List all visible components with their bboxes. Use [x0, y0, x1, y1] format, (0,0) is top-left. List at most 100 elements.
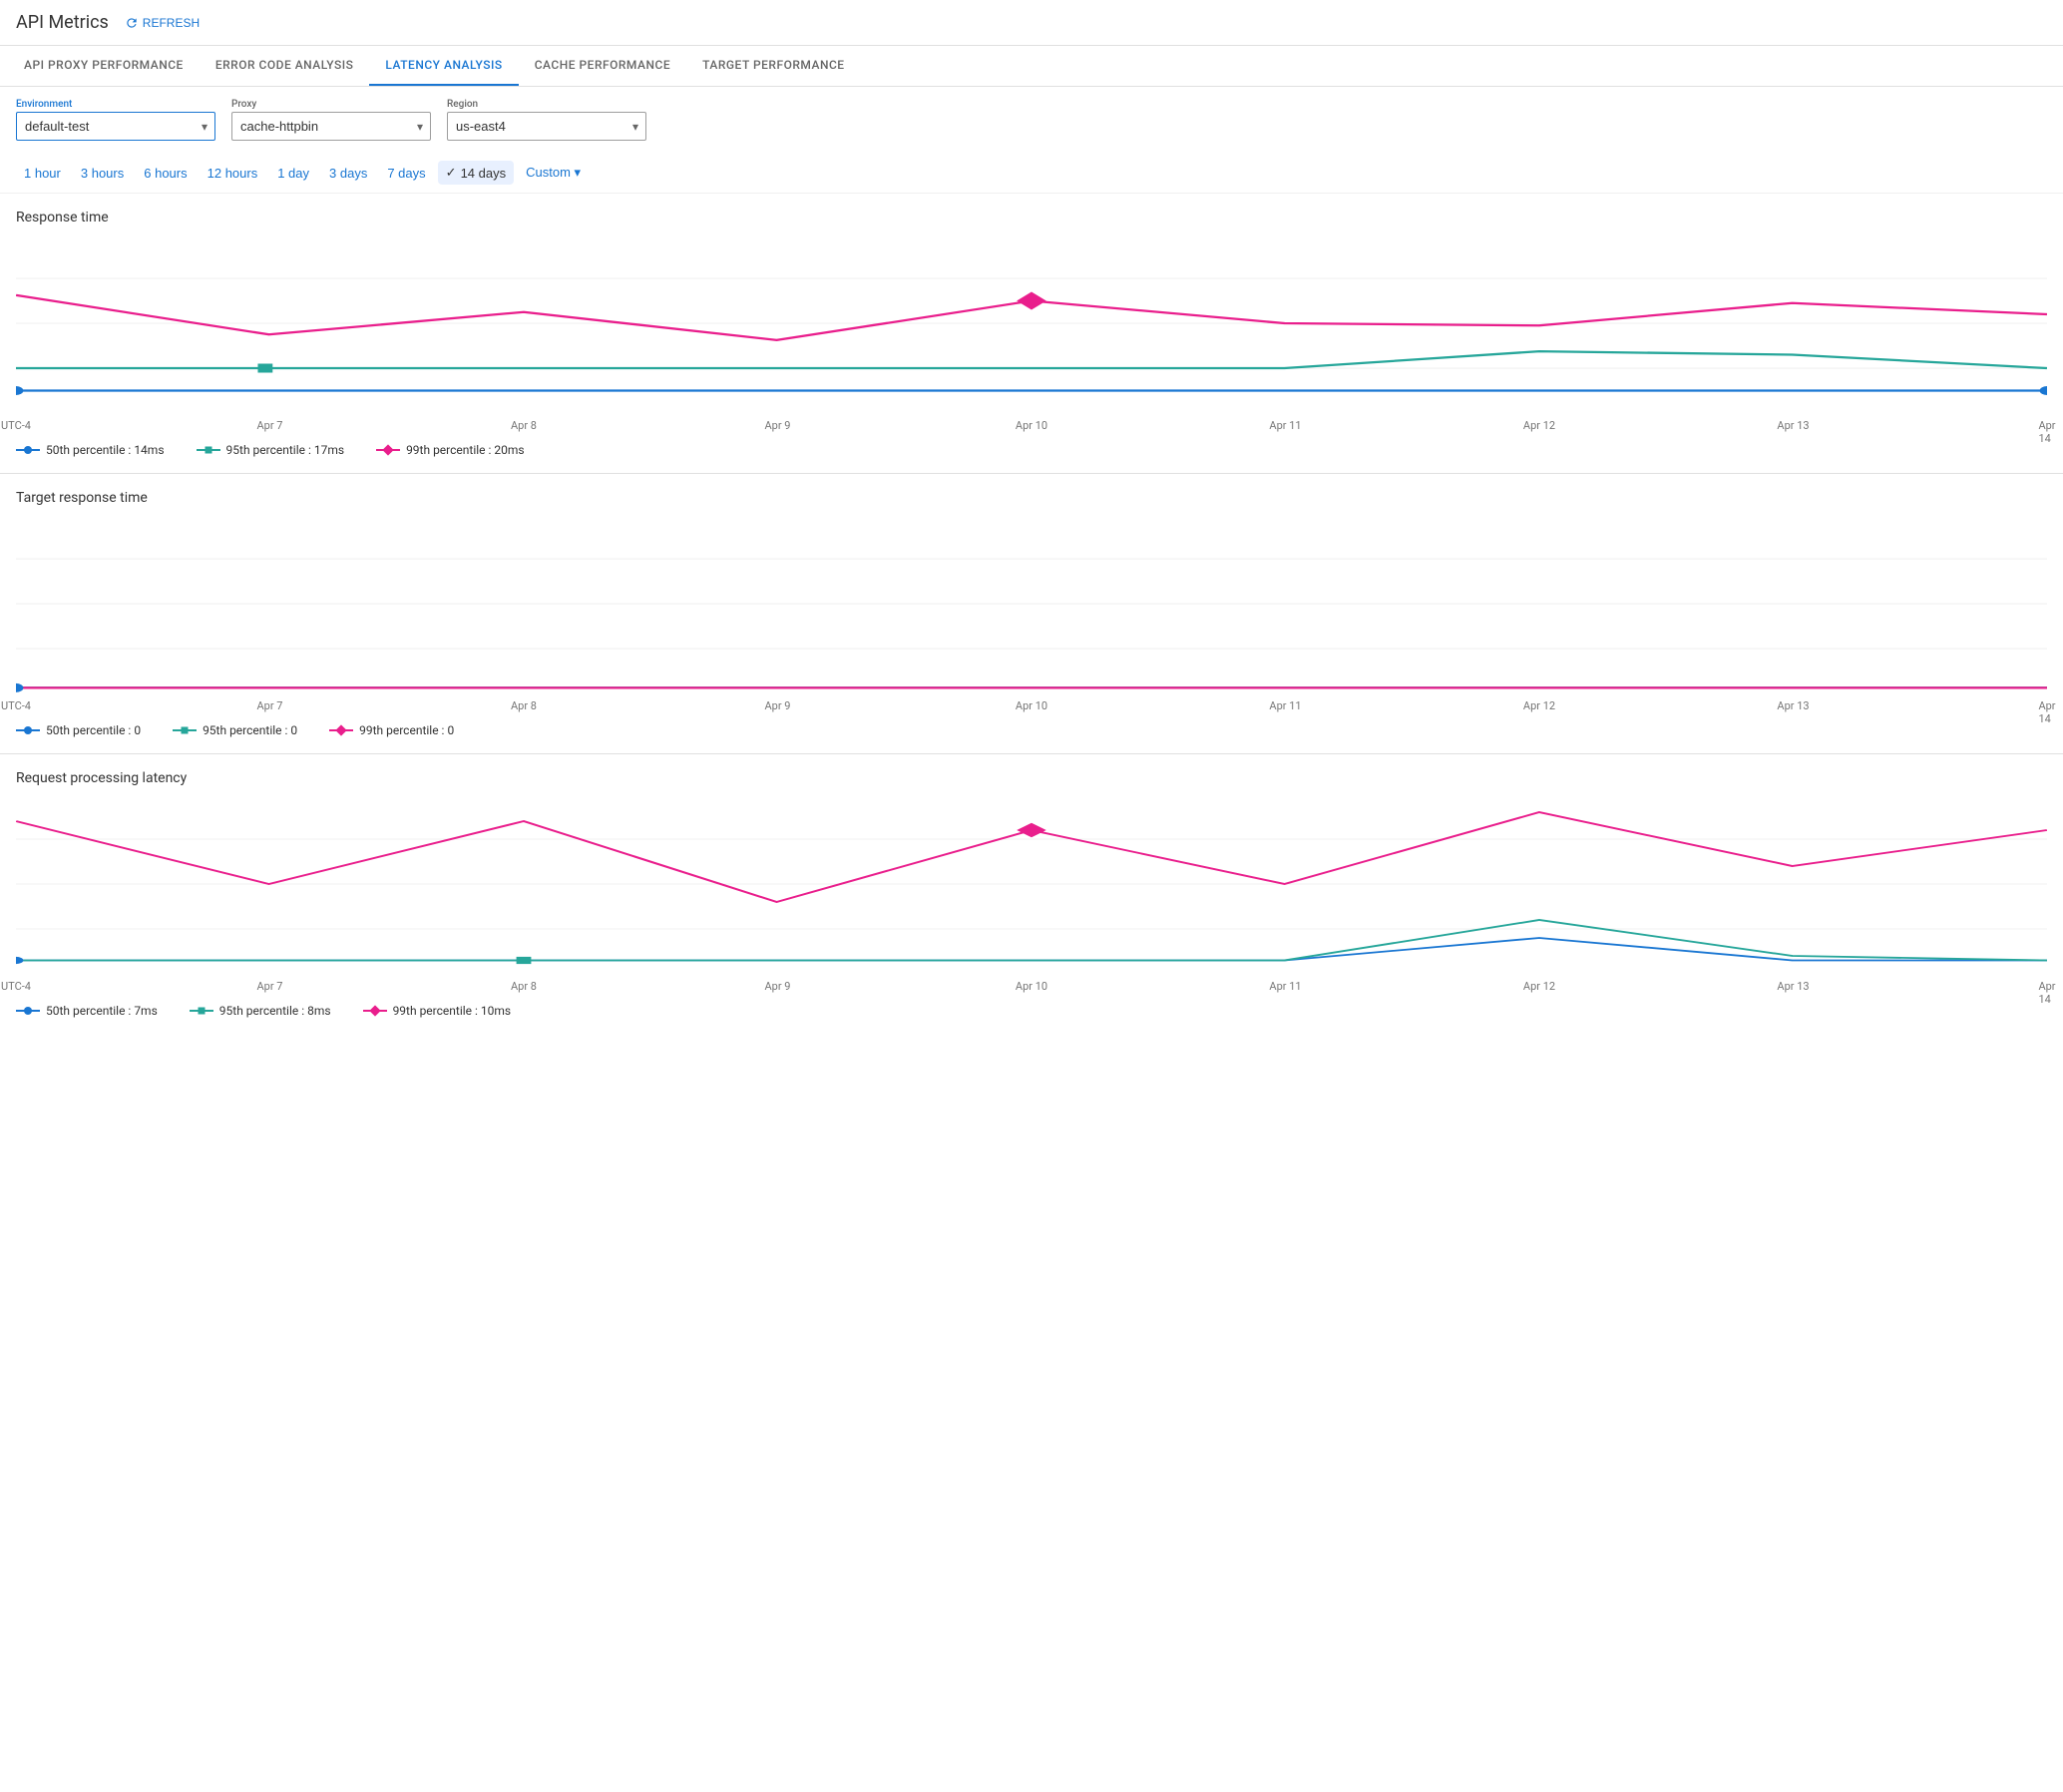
tab-error-code[interactable]: ERROR CODE ANALYSIS [200, 46, 370, 86]
x-label-apr8: Apr 8 [511, 419, 537, 432]
time-1hour[interactable]: 1 hour [16, 162, 69, 185]
request-x-axis: UTC-4 Apr 7 Apr 8 Apr 9 Apr 10 Apr 11 Ap… [16, 978, 2047, 996]
target-response-time-title: Target response time [16, 490, 2047, 506]
response-time-legend: 50th percentile : 14ms 95th percentile :… [16, 439, 2047, 465]
x-label-apr12-t: Apr 12 [1523, 699, 1555, 712]
page-header: API Metrics REFRESH [0, 0, 2063, 46]
req-legend-99th-label: 99th percentile : 10ms [393, 1004, 512, 1018]
target-response-time-chart [16, 514, 2047, 693]
x-label-apr10: Apr 10 [1016, 419, 1047, 432]
main-tabs: API PROXY PERFORMANCE ERROR CODE ANALYSI… [0, 46, 2063, 87]
x-label-apr14: Apr 14 [2038, 419, 2055, 445]
legend-95th: 95th percentile : 17ms [197, 443, 345, 457]
target-legend-50th-label: 50th percentile : 0 [46, 723, 141, 737]
req-legend-95th-label: 95th percentile : 8ms [219, 1004, 331, 1018]
target-response-time-section: Target response time UTC-4 Apr 7 Apr 8 A… [0, 474, 2063, 754]
response-time-chart [16, 233, 2047, 413]
time-custom[interactable]: Custom ▾ [518, 161, 589, 185]
tab-latency[interactable]: LATENCY ANALYSIS [369, 46, 518, 86]
x-label-apr11-r: Apr 11 [1269, 980, 1301, 993]
x-label-apr14-t: Apr 14 [2038, 699, 2055, 725]
time-6hours[interactable]: 6 hours [136, 162, 195, 185]
legend-95th-label: 95th percentile : 17ms [226, 443, 345, 457]
req-legend-99th: 99th percentile : 10ms [363, 1004, 512, 1018]
time-12hours[interactable]: 12 hours [200, 162, 266, 185]
refresh-label: REFRESH [143, 16, 200, 30]
proxy-filter: Proxy cache-httpbin [231, 99, 431, 141]
x-label-utc4-r: UTC-4 [1, 980, 31, 993]
filters-row: Environment default-test Proxy cache-htt… [0, 87, 2063, 153]
x-label-apr7-r: Apr 7 [257, 980, 283, 993]
target-legend-95th: 95th percentile : 0 [173, 723, 297, 737]
x-label-apr7: Apr 7 [257, 419, 283, 432]
target-legend-99th: 99th percentile : 0 [329, 723, 454, 737]
target-legend: 50th percentile : 0 95th percentile : 0 … [16, 719, 2047, 745]
x-label-apr13-r: Apr 13 [1777, 980, 1809, 993]
x-label-apr9-r: Apr 9 [765, 980, 791, 993]
x-label-apr7-t: Apr 7 [257, 699, 283, 712]
proxy-select[interactable]: cache-httpbin [231, 112, 431, 141]
region-select[interactable]: us-east4 [447, 112, 646, 141]
x-label-apr8-r: Apr 8 [511, 980, 537, 993]
legend-50th-label: 50th percentile : 14ms [46, 443, 165, 457]
chevron-down-icon: ▾ [575, 165, 582, 180]
req-legend-50th: 50th percentile : 7ms [16, 1004, 158, 1018]
region-select-wrapper: us-east4 [447, 112, 646, 141]
x-label-utc4-t: UTC-4 [1, 699, 31, 712]
proxy-label: Proxy [231, 99, 431, 110]
target-x-axis: UTC-4 Apr 7 Apr 8 Apr 9 Apr 10 Apr 11 Ap… [16, 697, 2047, 715]
x-label-apr14-r: Apr 14 [2038, 980, 2055, 1006]
x-label-utc4: UTC-4 [1, 419, 31, 432]
page-title: API Metrics [16, 12, 109, 33]
request-processing-chart [16, 794, 2047, 974]
proxy-select-wrapper: cache-httpbin [231, 112, 431, 141]
environment-select[interactable]: default-test [16, 112, 215, 141]
x-label-apr10-r: Apr 10 [1016, 980, 1047, 993]
time-3days[interactable]: 3 days [321, 162, 375, 185]
tab-api-proxy[interactable]: API PROXY PERFORMANCE [8, 46, 200, 86]
request-processing-section: Request processing latency UTC-4 [0, 754, 2063, 1034]
x-label-apr11-t: Apr 11 [1269, 699, 1301, 712]
req-legend-50th-label: 50th percentile : 7ms [46, 1004, 158, 1018]
tab-target[interactable]: TARGET PERFORMANCE [686, 46, 860, 86]
legend-99th-label: 99th percentile : 20ms [406, 443, 525, 457]
environment-label: Environment [16, 99, 215, 110]
x-label-apr13: Apr 13 [1777, 419, 1809, 432]
x-label-apr8-t: Apr 8 [511, 699, 537, 712]
x-label-apr13-t: Apr 13 [1777, 699, 1809, 712]
refresh-button[interactable]: REFRESH [125, 16, 200, 30]
request-processing-svg [16, 794, 2047, 974]
response-time-section: Response time [0, 194, 2063, 474]
response-time-x-axis: UTC-4 Apr 7 Apr 8 Apr 9 Apr 10 Apr 11 Ap… [16, 417, 2047, 435]
x-label-apr10-t: Apr 10 [1016, 699, 1047, 712]
request-processing-title: Request processing latency [16, 770, 2047, 786]
charts-container: Response time [0, 194, 2063, 1034]
refresh-icon [125, 16, 139, 30]
region-label: Region [447, 99, 646, 110]
target-legend-95th-label: 95th percentile : 0 [203, 723, 297, 737]
checkmark-icon: ✓ [446, 165, 457, 181]
req-legend-95th: 95th percentile : 8ms [190, 1004, 331, 1018]
time-3hours[interactable]: 3 hours [73, 162, 132, 185]
x-label-apr9-t: Apr 9 [765, 699, 791, 712]
x-label-apr9: Apr 9 [765, 419, 791, 432]
time-7days[interactable]: 7 days [379, 162, 433, 185]
legend-99th: 99th percentile : 20ms [376, 443, 525, 457]
x-label-apr12-r: Apr 12 [1523, 980, 1555, 993]
x-label-apr11: Apr 11 [1269, 419, 1301, 432]
tab-cache[interactable]: CACHE PERFORMANCE [519, 46, 686, 86]
response-time-title: Response time [16, 210, 2047, 225]
response-time-svg [16, 233, 2047, 413]
time-1day[interactable]: 1 day [269, 162, 317, 185]
legend-50th: 50th percentile : 14ms [16, 443, 165, 457]
target-legend-99th-label: 99th percentile : 0 [359, 723, 454, 737]
environment-select-wrapper: default-test [16, 112, 215, 141]
region-filter: Region us-east4 [447, 99, 646, 141]
target-legend-50th: 50th percentile : 0 [16, 723, 141, 737]
x-label-apr12: Apr 12 [1523, 419, 1555, 432]
request-legend: 50th percentile : 7ms 95th percentile : … [16, 1000, 2047, 1026]
target-response-time-svg [16, 514, 2047, 693]
time-filters-row: 1 hour 3 hours 6 hours 12 hours 1 day 3 … [0, 153, 2063, 194]
time-14days[interactable]: ✓ 14 days [438, 161, 514, 185]
environment-filter: Environment default-test [16, 99, 215, 141]
